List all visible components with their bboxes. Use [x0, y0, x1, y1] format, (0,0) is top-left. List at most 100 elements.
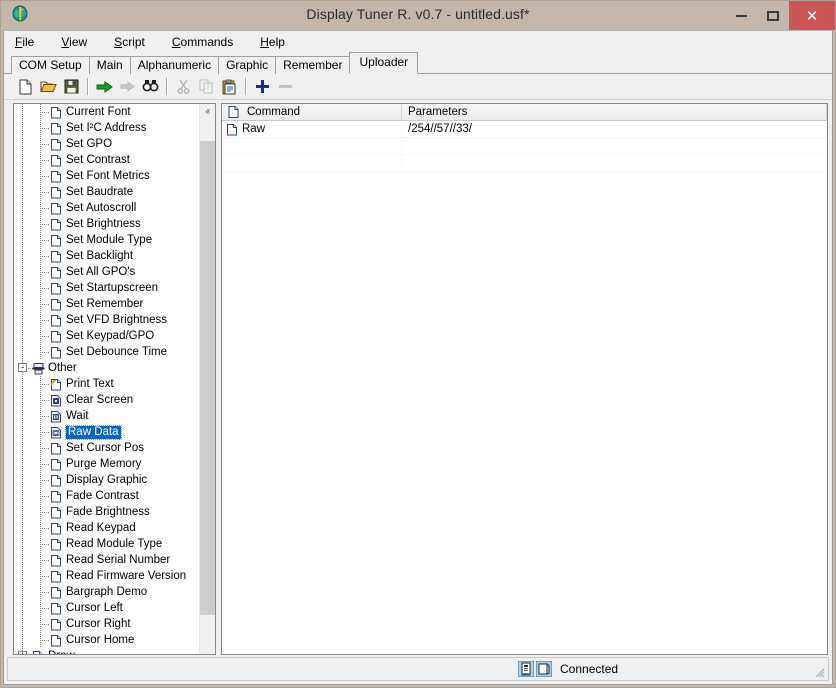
tree-item-set-module-type[interactable]: Set Module Type — [14, 232, 199, 248]
cut-button[interactable] — [172, 76, 195, 98]
tree-item-set-backlight[interactable]: Set Backlight — [14, 248, 199, 264]
tree-item-set-baudrate[interactable]: Set Baudrate — [14, 184, 199, 200]
tree-item-read-firmware-version[interactable]: Read Firmware Version — [14, 568, 199, 584]
raw-data-icon — [50, 426, 62, 439]
tree-item-label: Read Firmware Version — [66, 570, 186, 583]
tree-item-label: Set Debounce Time — [66, 346, 167, 359]
remove-button[interactable] — [274, 76, 297, 98]
file-icon — [50, 314, 62, 327]
file-icon — [50, 618, 62, 631]
tree-item-set-font-metrics[interactable]: Set Font Metrics — [14, 168, 199, 184]
run-button[interactable] — [93, 76, 116, 98]
file-icon — [50, 490, 62, 503]
tree-item-read-keypad[interactable]: Read Keypad — [14, 520, 199, 536]
tree-item-cursor-home[interactable]: Cursor Home — [14, 632, 199, 648]
tree-item-set-autoscroll[interactable]: Set Autoscroll — [14, 200, 199, 216]
tree-item-label: Read Serial Number — [66, 554, 170, 567]
tab-graphic[interactable]: Graphic — [218, 56, 276, 74]
menu-commands[interactable]: Commands — [169, 33, 244, 51]
tree-item-set-remember[interactable]: Set Remember — [14, 296, 199, 312]
tree-expand-toggle[interactable]: + — [18, 651, 27, 654]
menu-view-label: iew — [69, 35, 87, 49]
tree-item-wait[interactable]: Wait — [14, 408, 199, 424]
file-icon — [50, 106, 62, 119]
tab-uploader[interactable]: Uploader — [349, 52, 418, 74]
tree-item-print-text[interactable]: Print Text — [14, 376, 199, 392]
tree-item-raw-data[interactable]: Raw Data — [14, 424, 199, 440]
scroll-down-button[interactable]: ⱟ — [200, 637, 215, 654]
tree-item-set-cursor-pos[interactable]: Set Cursor Pos — [14, 440, 199, 456]
tree-item-display-graphic[interactable]: Display Graphic — [14, 472, 199, 488]
minimize-button[interactable] — [725, 1, 757, 30]
paste-button[interactable] — [218, 76, 241, 98]
menu-script-label: cript — [122, 35, 145, 49]
tree-connector — [40, 240, 49, 241]
file-icon — [50, 554, 62, 567]
tab-alphanumeric[interactable]: Alphanumeric — [130, 56, 219, 74]
resize-grip[interactable] — [812, 665, 826, 679]
tree-item-read-serial-number[interactable]: Read Serial Number — [14, 552, 199, 568]
tree-item-set-debounce-time[interactable]: Set Debounce Time — [14, 344, 199, 360]
tree-item-set-gpo[interactable]: Set GPO — [14, 136, 199, 152]
tree-item-label: Raw Data — [66, 426, 121, 439]
table-row[interactable]: Raw/254//57//33/ — [222, 121, 827, 138]
step-button[interactable] — [116, 76, 139, 98]
file-icon — [50, 186, 62, 199]
menu-script[interactable]: Script — [111, 33, 156, 51]
copy-button[interactable] — [195, 76, 218, 98]
tree-item-fade-contrast[interactable]: Fade Contrast — [14, 488, 199, 504]
file-icon — [50, 138, 62, 151]
file-icon — [50, 314, 62, 327]
tree-item-purge-memory[interactable]: Purge Memory — [14, 456, 199, 472]
tree-item-label: Fade Brightness — [66, 506, 150, 519]
scroll-thumb[interactable] — [200, 141, 215, 615]
save-file-button[interactable] — [60, 76, 83, 98]
close-button[interactable]: ✕ — [789, 1, 835, 30]
tree-scrollbar[interactable]: ⱏ ⱟ — [199, 104, 215, 654]
tree-item-clear-screen[interactable]: Clear Screen — [14, 392, 199, 408]
file-icon — [50, 186, 62, 199]
scroll-up-button[interactable]: ⱏ — [200, 104, 215, 121]
column-header-parameters[interactable]: Parameters — [402, 104, 827, 121]
tree-item-set-startupscreen[interactable]: Set Startupscreen — [14, 280, 199, 296]
tree-collapse-toggle[interactable]: - — [18, 363, 27, 372]
tree-item-cursor-left[interactable]: Cursor Left — [14, 600, 199, 616]
tree-item-set-brightness[interactable]: Set Brightness — [14, 216, 199, 232]
tree-item-set-i-c-address[interactable]: Set I²C Address — [14, 120, 199, 136]
open-file-button[interactable] — [37, 76, 60, 98]
tree-item-fade-brightness[interactable]: Fade Brightness — [14, 504, 199, 520]
maximize-button[interactable] — [757, 1, 789, 30]
tab-com-setup[interactable]: COM Setup — [11, 56, 90, 74]
list-body[interactable]: Raw/254//57//33/ — [222, 121, 827, 654]
command-tree[interactable]: Current Font Set I²C Address Set GPO Set Co… — [14, 104, 199, 654]
tree-item-label: Set Contrast — [66, 154, 130, 167]
command-tree-panel: Current Font Set I²C Address Set GPO Set Co… — [13, 103, 216, 655]
tree-item-bargraph-demo[interactable]: Bargraph Demo — [14, 584, 199, 600]
file-icon — [50, 602, 62, 615]
menu-view[interactable]: View — [58, 33, 98, 51]
tab-main[interactable]: Main — [89, 56, 131, 74]
file-icon — [50, 250, 62, 263]
add-button[interactable] — [251, 76, 274, 98]
file-icon — [50, 538, 62, 551]
tree-item-read-module-type[interactable]: Read Module Type — [14, 536, 199, 552]
tree-item-set-all-gpo-s[interactable]: Set All GPO's — [14, 264, 199, 280]
file-icon — [50, 298, 62, 311]
tree-item-set-keypad-gpo[interactable]: Set Keypad/GPO — [14, 328, 199, 344]
tree-item-draw[interactable]: + Draw — [14, 648, 199, 654]
new-file-button[interactable] — [14, 76, 37, 98]
column-header-command[interactable]: Command — [222, 104, 402, 121]
scroll-track[interactable] — [200, 121, 215, 637]
tree-item-label: Set Remember — [66, 298, 143, 311]
menu-help[interactable]: Help — [257, 33, 296, 51]
tab-remember[interactable]: Remember — [275, 56, 350, 74]
file-icon — [50, 506, 62, 519]
tree-item-other[interactable]: - Other — [14, 360, 199, 376]
menu-file[interactable]: File — [12, 33, 45, 51]
tree-item-cursor-right[interactable]: Cursor Right — [14, 616, 199, 632]
find-button[interactable] — [139, 76, 162, 98]
tree-item-set-vfd-brightness[interactable]: Set VFD Brightness — [14, 312, 199, 328]
tree-item-current-font[interactable]: Current Font — [14, 104, 199, 120]
tree-item-set-contrast[interactable]: Set Contrast — [14, 152, 199, 168]
tree-item-label: Cursor Left — [66, 602, 123, 615]
